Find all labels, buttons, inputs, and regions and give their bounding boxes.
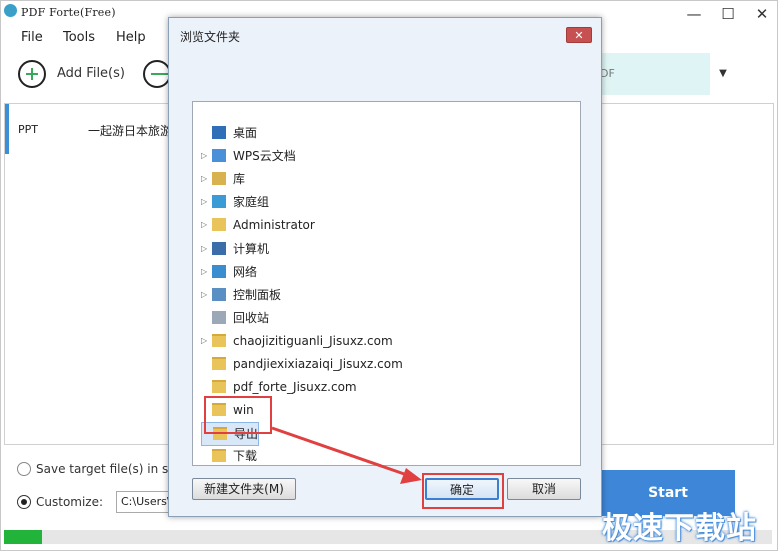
annotation-arrow — [271, 426, 422, 484]
